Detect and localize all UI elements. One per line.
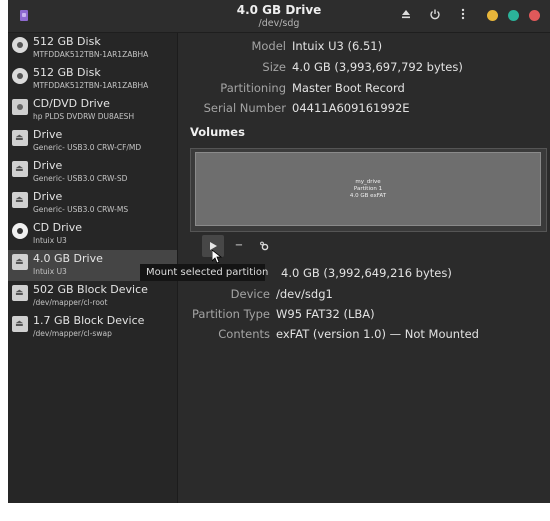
block-device-icon: ⏏ (12, 316, 28, 332)
delete-partition-button[interactable]: − (228, 235, 250, 257)
serial-label: Serial Number (203, 101, 286, 115)
device-model: /dev/mapper/cl-swap (33, 329, 112, 338)
device-model: Intuix U3 (33, 236, 67, 245)
window-title: 4.0 GB Drive (236, 3, 322, 17)
partition-settings-button[interactable] (253, 235, 275, 257)
window-subtitle: /dev/sdg (258, 18, 300, 29)
device-item[interactable]: ⏏ 502 GB Block Device /dev/mapper/cl-roo… (8, 281, 177, 312)
block-device-icon: ⏏ (12, 285, 28, 301)
partition-detail: 4.0 GB exFAT (349, 193, 387, 199)
device-name: Drive (33, 128, 63, 141)
mount-tooltip: Mount selected partition (140, 264, 268, 281)
close-button[interactable] (529, 10, 540, 21)
disks-window: 4.0 GB Drive /dev/sdg 512 GB Disk MTFDDA… (8, 0, 550, 503)
device-model: MTFDDAK512TBN-1AR1ZABHA (33, 81, 149, 90)
hard-disk-icon (12, 68, 28, 84)
device-model: Generic- USB3.0 CRW-CF/MD (33, 143, 142, 152)
removable-drive-icon: ⏏ (12, 161, 28, 177)
device-item[interactable]: 512 GB Disk MTFDDAK512TBN-1AR1ZABHA (8, 64, 177, 95)
size-value: 4.0 GB (3,993,697,792 bytes) (292, 60, 463, 74)
power-icon[interactable] (427, 8, 443, 24)
partition-type-label: Partition Type (192, 307, 270, 321)
model-value: Intuix U3 (6.51) (292, 39, 383, 53)
device-name: 4.0 GB Drive (33, 252, 103, 265)
device-model: hp PLDS DVDRW DU8AESH (33, 112, 135, 121)
partition-name: my_drive (355, 179, 381, 185)
device-value: /dev/sdg1 (276, 287, 333, 301)
device-model: Generic- USB3.0 CRW-MS (33, 205, 129, 214)
partition-label: Partition 1 (353, 186, 383, 192)
disks-app-icon (20, 10, 28, 21)
device-name: 512 GB Disk (33, 66, 101, 79)
kebab-menu-icon[interactable] (455, 8, 471, 24)
device-name: 512 GB Disk (33, 35, 101, 48)
device-model: /dev/mapper/cl-root (33, 298, 108, 307)
partition-type-value: W95 FAT32 (LBA) (276, 307, 375, 321)
removable-drive-icon: ⏏ (12, 254, 28, 270)
device-model: Intuix U3 (33, 267, 67, 276)
title-block: 4.0 GB Drive /dev/sdg (208, 3, 350, 30)
device-label: Device (230, 287, 270, 301)
removable-drive-icon: ⏏ (12, 130, 28, 146)
device-name: 1.7 GB Block Device (33, 314, 145, 327)
eject-icon[interactable] (398, 8, 414, 24)
drive-details: Model Size Partitioning Serial Number In… (140, 33, 550, 503)
cd-icon (12, 223, 28, 239)
gears-icon (260, 241, 269, 251)
minus-icon: − (234, 240, 244, 251)
hard-disk-icon (12, 37, 28, 53)
partitioning-value: Master Boot Record (292, 81, 405, 95)
contents-label: Contents (218, 327, 270, 341)
volumes-graph: my_drive Partition 1 4.0 GB exFAT (190, 148, 547, 232)
model-label: Model (251, 39, 286, 53)
device-model: MTFDDAK512TBN-1AR1ZABHA (33, 50, 149, 59)
contents-value: exFAT (version 1.0) — Not Mounted (276, 327, 479, 341)
serial-value: 04411A609161992E (292, 101, 410, 115)
maximize-button[interactable] (508, 10, 519, 21)
device-item[interactable]: ⏏ Drive Generic- USB3.0 CRW-SD (8, 157, 177, 188)
device-item[interactable]: ⏏ Drive Generic- USB3.0 CRW-MS (8, 188, 177, 219)
volumes-heading: Volumes (190, 125, 245, 139)
removable-drive-icon: ⏏ (12, 192, 28, 208)
device-name: CD Drive (33, 221, 82, 234)
device-item[interactable]: ⏏ Drive Generic- USB3.0 CRW-CF/MD (8, 126, 177, 157)
minimize-button[interactable] (487, 10, 498, 21)
device-name: Drive (33, 159, 63, 172)
device-name: Drive (33, 190, 63, 203)
partition-size-value: 4.0 GB (3,992,649,216 bytes) (281, 266, 452, 280)
device-item[interactable]: CD Drive Intuix U3 (8, 219, 177, 250)
device-item[interactable]: ⏏ 1.7 GB Block Device /dev/mapper/cl-swa… (8, 312, 177, 343)
device-name: CD/DVD Drive (33, 97, 110, 110)
optical-drive-icon (12, 99, 28, 115)
partition-block[interactable]: my_drive Partition 1 4.0 GB exFAT (195, 152, 541, 226)
device-item[interactable]: CD/DVD Drive hp PLDS DVDRW DU8AESH (8, 95, 177, 126)
device-item[interactable]: 512 GB Disk MTFDDAK512TBN-1AR1ZABHA (8, 33, 177, 64)
size-label: Size (262, 60, 286, 74)
device-name: 502 GB Block Device (33, 283, 148, 296)
header-bar: 4.0 GB Drive /dev/sdg (8, 0, 550, 33)
device-model: Generic- USB3.0 CRW-SD (33, 174, 128, 183)
partitioning-label: Partitioning (220, 81, 286, 95)
